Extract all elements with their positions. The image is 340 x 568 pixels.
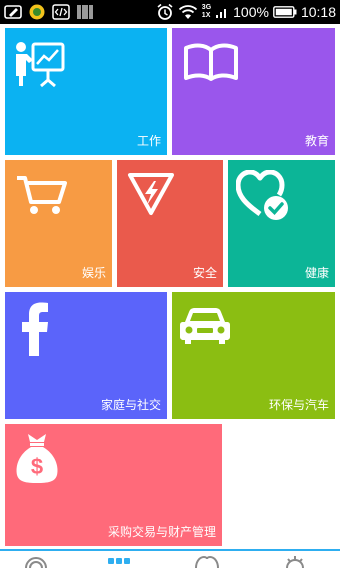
tile-label: 娱乐 xyxy=(81,266,106,280)
net-1x-label: 1X xyxy=(201,12,211,19)
tile-label: 家庭与社交 xyxy=(100,398,161,412)
clock: 10:18 xyxy=(300,4,336,20)
notification-icons xyxy=(4,3,94,21)
tile-entertainment[interactable]: 娱乐 xyxy=(5,160,112,287)
presenter-board-icon xyxy=(16,42,65,88)
battery-percent: 100% xyxy=(233,4,269,20)
network-type: 3G 1X xyxy=(202,4,211,20)
signal-icon xyxy=(216,9,227,18)
tile-label: 教育 xyxy=(304,134,329,148)
tile-safety[interactable]: 安全 xyxy=(117,160,223,287)
status-bar: 3G 1X 100% 10:18 xyxy=(0,0,340,24)
tile-health[interactable]: 健康 xyxy=(228,160,335,287)
bottom-nav xyxy=(0,549,340,568)
tile-family-social[interactable]: 家庭与社交 xyxy=(5,292,167,419)
alarm-icon xyxy=(157,3,173,20)
wifi-icon xyxy=(178,5,197,19)
tile-label: 健康 xyxy=(304,266,329,280)
tile-label: 环保与汽车 xyxy=(268,398,329,412)
barcode-icon xyxy=(77,5,93,19)
code-icon xyxy=(52,4,70,20)
tile-label: 采购交易与财产管理 xyxy=(107,525,216,539)
tile-work[interactable]: 工作 xyxy=(5,28,167,155)
edit-icon xyxy=(4,5,22,19)
tile-label: 安全 xyxy=(192,266,217,280)
status-indicators: 3G 1X 100% 10:18 xyxy=(156,2,336,22)
app-badge-icon xyxy=(29,4,45,20)
car-icon xyxy=(180,308,230,344)
shopping-cart-icon xyxy=(17,176,67,214)
net-3g-label: 3G xyxy=(201,4,212,11)
facebook-icon xyxy=(22,302,48,356)
battery-icon xyxy=(273,6,297,18)
tile-eco-car[interactable]: 环保与汽车 xyxy=(172,292,335,419)
heart-check-icon xyxy=(236,170,288,220)
tile-purchase-finance[interactable]: $ 采购交易与财产管理 xyxy=(5,424,222,546)
warning-bolt-icon xyxy=(128,173,174,215)
svg-text:$: $ xyxy=(31,454,43,479)
money-bag-icon: $ xyxy=(16,434,58,483)
tile-education[interactable]: 教育 xyxy=(172,28,335,155)
tile-label: 工作 xyxy=(136,134,161,148)
open-book-icon xyxy=(184,43,238,81)
